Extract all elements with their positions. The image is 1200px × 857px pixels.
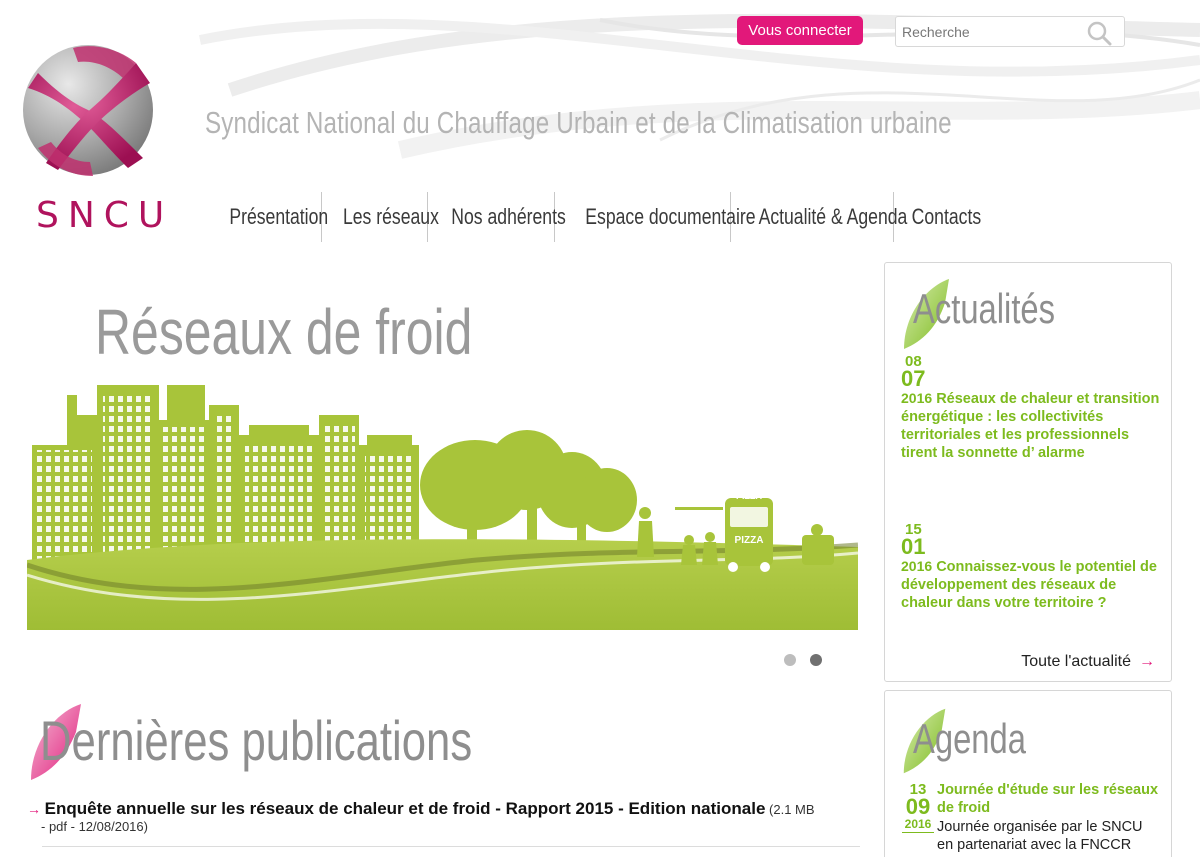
news-text: Connaissez-vous le potentiel de développ… bbox=[901, 559, 1157, 611]
nav-item-label: Contacts bbox=[911, 204, 982, 229]
publications-title: Dernières publications bbox=[40, 709, 473, 772]
news-panel: Actualités 08 07 2016 Réseaux de chaleur… bbox=[884, 262, 1172, 682]
nav-item-reseaux[interactable]: Les réseaux bbox=[321, 192, 439, 242]
nav-item-label: Nos adhérents bbox=[451, 204, 566, 229]
news-text: Réseaux de chaleur et transition énergét… bbox=[901, 391, 1160, 461]
news-month: 01 bbox=[901, 534, 926, 559]
nav-item-espace-documentaire[interactable]: Espace documentaire bbox=[554, 192, 756, 242]
news-item[interactable]: 08 07 2016 Réseaux de chaleur et transit… bbox=[901, 353, 1163, 462]
nav-item-label: Les réseaux bbox=[342, 204, 439, 229]
news-year: 2016 bbox=[901, 390, 933, 406]
agenda-title: Agenda bbox=[913, 715, 1026, 762]
divider bbox=[42, 846, 860, 847]
agenda-year: 2016 bbox=[902, 817, 934, 833]
bus-sign-top: PIZZA bbox=[736, 491, 762, 501]
search-icon[interactable] bbox=[1086, 20, 1112, 46]
publication-meta: (2.1 MB bbox=[769, 802, 815, 817]
agenda-event-desc: Journée organisée par le SNCU en partena… bbox=[937, 819, 1143, 853]
arrow-right-icon: → bbox=[1139, 653, 1155, 670]
nav-item-adherents[interactable]: Nos adhérents bbox=[427, 192, 566, 242]
agenda-month: 09 bbox=[905, 794, 931, 819]
slide-dot-1[interactable] bbox=[784, 654, 796, 666]
news-day: 08 bbox=[905, 353, 922, 370]
arrow-right-icon: → bbox=[27, 801, 41, 817]
all-news-link[interactable]: Toute l'actualité → bbox=[1021, 653, 1155, 671]
slideshow-dots bbox=[784, 654, 822, 666]
publication-link[interactable]: Enquête annuelle sur les réseaux de chal… bbox=[45, 799, 766, 818]
main-nav: Présentation Les réseaux Nos adhérents E… bbox=[208, 192, 981, 242]
news-item[interactable]: 15 01 2016 Connaissez-vous le potentiel … bbox=[901, 521, 1163, 612]
news-day: 15 bbox=[905, 521, 922, 538]
snc-logo-icon[interactable] bbox=[18, 38, 163, 188]
nav-item-label: Espace documentaire bbox=[585, 204, 756, 229]
all-news-label: Toute l'actualité bbox=[1021, 653, 1131, 670]
news-month: 07 bbox=[901, 366, 926, 391]
nav-item-label: Présentation bbox=[229, 204, 329, 229]
publication-meta-2: - pdf - 12/08/2016) bbox=[41, 819, 148, 834]
agenda-panel: Agenda 13 09 2016 Journée d'étude sur le… bbox=[884, 690, 1172, 857]
hero-title: Réseaux de froid bbox=[95, 296, 473, 368]
search-box bbox=[895, 16, 1125, 47]
news-title: Actualités bbox=[913, 285, 1056, 332]
publication-item: → Enquête annuelle sur les réseaux de ch… bbox=[27, 800, 860, 835]
nav-item-label: Actualité & Agenda bbox=[758, 204, 908, 229]
bus-sign-front: PIZZA bbox=[735, 535, 764, 546]
agenda-event-title[interactable]: Journée d'étude sur les réseaux de froid bbox=[937, 781, 1162, 817]
hero-slideshow[interactable]: PIZZA PIZZA Réseaux de froid bbox=[27, 285, 858, 630]
news-year: 2016 bbox=[901, 558, 933, 574]
site-title: Syndicat National du Chauffage Urbain et… bbox=[205, 105, 952, 140]
login-button[interactable]: Vous connecter bbox=[737, 16, 863, 45]
slide-dot-2[interactable] bbox=[810, 654, 822, 666]
agenda-date: 13 09 2016 bbox=[902, 782, 934, 833]
nav-item-presentation[interactable]: Présentation bbox=[208, 192, 328, 242]
logo-wordmark: SNCU bbox=[36, 195, 174, 236]
search-input[interactable] bbox=[902, 23, 1082, 41]
